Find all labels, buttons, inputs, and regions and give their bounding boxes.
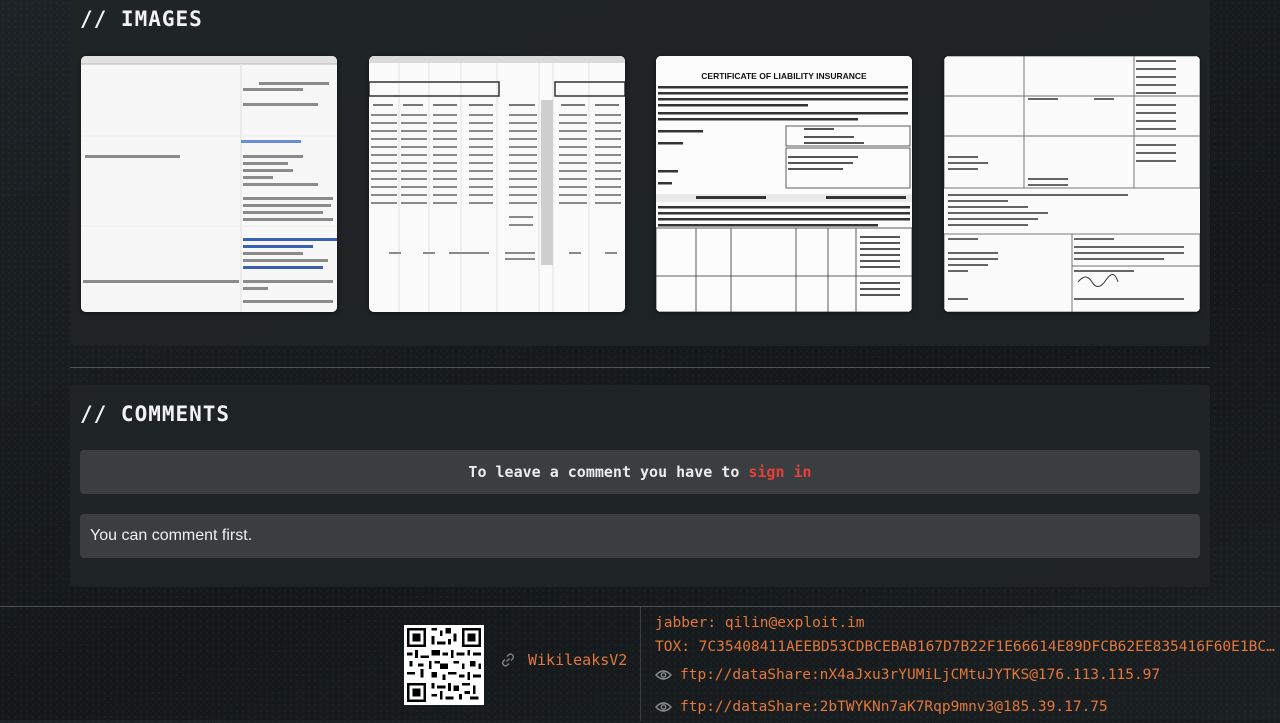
tox-contact[interactable]: TOX: 7C35408411AEEBD53CDBCEBAB167D7B22F1… bbox=[655, 635, 1275, 659]
footer: WikileaksV2 jabber: qilin@exploit.im TOX… bbox=[0, 606, 1280, 721]
images-panel: // IMAGES CERTIFICATE OF LIABILITY INSUR… bbox=[70, 0, 1210, 346]
image-thumbnail-1[interactable] bbox=[81, 56, 337, 312]
qr-code bbox=[404, 625, 484, 705]
empty-comments-message: You can comment first. bbox=[80, 514, 1200, 558]
wikileaks-link-label: WikileaksV2 bbox=[528, 651, 628, 669]
footer-separator bbox=[640, 607, 641, 721]
comments-panel: // COMMENTS To leave a comment you have … bbox=[70, 385, 1210, 587]
comments-title: // COMMENTS bbox=[80, 402, 231, 426]
image-thumbnail-4[interactable] bbox=[944, 56, 1200, 312]
section-divider bbox=[70, 367, 1210, 368]
signin-prompt-text: To leave a comment you have to bbox=[468, 463, 740, 481]
image-thumbnail-2[interactable] bbox=[369, 56, 625, 312]
signin-prompt-box: To leave a comment you have to sign in bbox=[80, 450, 1200, 494]
image-thumbnail-3[interactable]: CERTIFICATE OF LIABILITY INSURANCE bbox=[656, 56, 912, 312]
contact-list: jabber: qilin@exploit.im TOX: 7C35408411… bbox=[655, 611, 1275, 723]
signin-link[interactable]: sign in bbox=[748, 463, 811, 481]
ftp-link-2-text: ftp://dataShare:2bTWYKNn7aK7Rqp9mnv3@185… bbox=[680, 699, 1108, 715]
images-title: // IMAGES bbox=[80, 7, 203, 31]
link-icon bbox=[501, 653, 515, 667]
certificate-heading: CERTIFICATE OF LIABILITY INSURANCE bbox=[701, 71, 867, 81]
jabber-contact[interactable]: jabber: qilin@exploit.im bbox=[655, 611, 1275, 635]
ftp-link-1-text: ftp://dataShare:nX4aJxu3rYUMiLjCMtuJYTKS… bbox=[680, 667, 1161, 683]
ftp-link-2[interactable]: ftp://dataShare:2bTWYKNn7aK7Rqp9mnv3@185… bbox=[655, 691, 1275, 723]
wikileaks-link[interactable]: WikileaksV2 bbox=[500, 651, 627, 669]
eye-icon bbox=[655, 702, 672, 712]
eye-icon bbox=[655, 670, 672, 680]
ftp-link-1[interactable]: ftp://dataShare:nX4aJxu3rYUMiLjCMtuJYTKS… bbox=[655, 659, 1275, 691]
